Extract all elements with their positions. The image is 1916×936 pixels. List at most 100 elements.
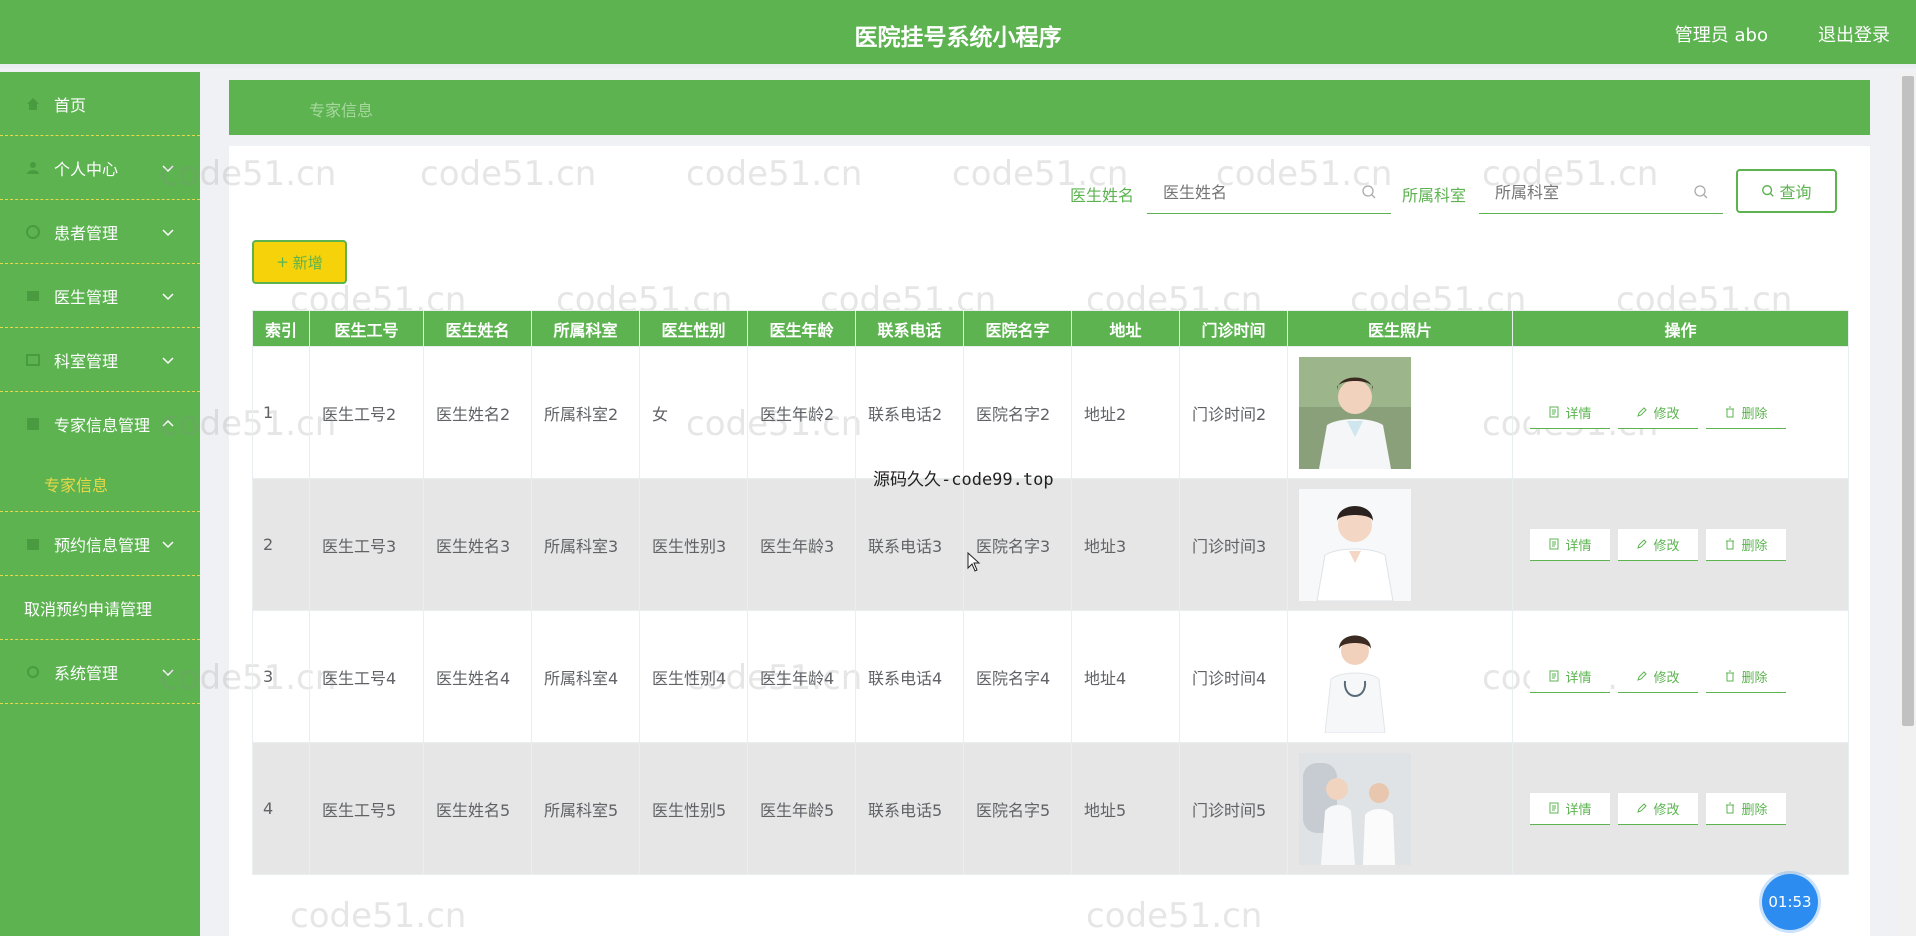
photo-cell	[1287, 346, 1513, 479]
table-row: 2 医生工号3 医生姓名3 所属科室3 医生性别3 医生年龄3 联系电话3 医院…	[252, 478, 1849, 611]
sidebar-item-appointment-management[interactable]: 预约信息管理	[0, 512, 200, 576]
expert-table: 索引 医生工号 医生姓名 所属科室 医生性别 医生年龄 联系电话 医院名字 地址…	[252, 310, 1849, 875]
expert-icon	[24, 417, 42, 431]
photo-cell	[1287, 742, 1513, 875]
detail-label: 详情	[1565, 406, 1592, 422]
page-scrollbar[interactable]	[1900, 72, 1916, 936]
table-cell: 2	[252, 478, 310, 611]
document-icon	[1549, 406, 1559, 418]
table-cell: 地址2	[1071, 346, 1180, 479]
column-header: 医生姓名	[423, 310, 532, 347]
table-cell: 所属科室3	[531, 478, 640, 611]
column-header: 地址	[1071, 310, 1180, 347]
table-cell: 地址3	[1071, 478, 1180, 611]
table-cell: 门诊时间5	[1179, 742, 1288, 875]
add-button[interactable]: + 新增	[252, 240, 347, 284]
detail-button[interactable]: 详情	[1530, 792, 1610, 825]
sidebar-item-doctor-management[interactable]: 医生管理	[0, 264, 200, 328]
system-icon	[24, 665, 42, 679]
delete-button[interactable]: 删除	[1706, 528, 1786, 561]
delete-button[interactable]: 删除	[1706, 396, 1786, 429]
sidebar-item-cancel-appointment[interactable]: 取消预约申请管理	[0, 576, 200, 640]
appointment-icon	[24, 537, 42, 551]
doctor-name-input[interactable]	[1147, 172, 1357, 212]
table-cell: 医生工号4	[309, 610, 424, 743]
table-cell: 1	[252, 346, 310, 479]
photo-cell	[1287, 478, 1513, 611]
doctor-photo[interactable]	[1299, 356, 1411, 469]
table-cell: 医生工号5	[309, 742, 424, 875]
delete-label: 删除	[1741, 802, 1768, 818]
table-cell: 医院名字5	[963, 742, 1072, 875]
sidebar-item-patient-management[interactable]: 患者管理	[0, 200, 200, 264]
actions-cell: 详情 修改 删除	[1512, 610, 1849, 743]
table-cell: 医院名字2	[963, 346, 1072, 479]
table-cell: 医院名字4	[963, 610, 1072, 743]
timer-badge[interactable]: 01:53	[1762, 874, 1818, 930]
logout-link[interactable]: 退出登录	[1818, 21, 1890, 47]
sidebar: 首页 个人中心 患者管理 医生管理 科室管理 专家信息管理 专家信息 预约信息管…	[0, 72, 200, 936]
sidebar-item-expert-management[interactable]: 专家信息管理	[0, 392, 200, 456]
doctor-photo[interactable]	[1299, 488, 1411, 601]
table-cell: 医生姓名3	[423, 478, 532, 611]
sidebar-item-label: 预约信息管理	[54, 535, 151, 555]
detail-button[interactable]: 详情	[1530, 528, 1610, 561]
chevron-down-icon	[162, 293, 174, 301]
table-cell: 联系电话4	[855, 610, 964, 743]
sidebar-item-personal-center[interactable]: 个人中心	[0, 136, 200, 200]
breadcrumb: 专家信息	[229, 80, 1870, 135]
sidebar-item-system-management[interactable]: 系统管理	[0, 640, 200, 704]
edit-label: 修改	[1653, 670, 1680, 686]
doctor-name-label: 医生姓名	[1070, 186, 1135, 205]
table-cell: 医生性别3	[639, 478, 748, 611]
table-cell: 门诊时间4	[1179, 610, 1288, 743]
delete-button[interactable]: 删除	[1706, 792, 1786, 825]
query-button[interactable]: 查询	[1736, 169, 1837, 213]
detail-button[interactable]: 详情	[1530, 660, 1610, 693]
scrollbar-thumb[interactable]	[1902, 76, 1914, 726]
chevron-down-icon	[162, 229, 174, 237]
edit-button[interactable]: 修改	[1618, 792, 1698, 825]
sidebar-subitem-expert-info[interactable]: 专家信息	[0, 456, 200, 512]
column-header: 所属科室	[531, 310, 640, 347]
trash-icon	[1726, 670, 1735, 682]
edit-label: 修改	[1653, 538, 1680, 554]
app-title: 医院挂号系统小程序	[854, 25, 1062, 51]
edit-button[interactable]: 修改	[1618, 660, 1698, 693]
table-cell: 医生姓名5	[423, 742, 532, 875]
department-input[interactable]	[1479, 172, 1689, 212]
table-cell: 地址4	[1071, 610, 1180, 743]
doctor-photo[interactable]	[1299, 620, 1411, 733]
edit-icon	[1637, 407, 1648, 417]
sidebar-item-home[interactable]: 首页	[0, 72, 200, 136]
table-cell: 女	[639, 346, 748, 479]
detail-button[interactable]: 详情	[1530, 396, 1610, 429]
overlay-watermark-text: 源码久久-code99.top	[873, 470, 1054, 490]
document-icon	[1549, 538, 1559, 550]
mouse-cursor-icon	[967, 552, 981, 572]
department-icon	[24, 353, 42, 367]
sidebar-item-label: 科室管理	[54, 351, 119, 371]
edit-button[interactable]: 修改	[1618, 396, 1698, 429]
actions-cell: 详情 修改 删除	[1512, 478, 1849, 611]
column-header: 操作	[1512, 310, 1849, 347]
sidebar-item-label: 取消预约申请管理	[24, 599, 153, 619]
sidebar-item-department-management[interactable]: 科室管理	[0, 328, 200, 392]
patient-icon	[24, 224, 42, 239]
photo-cell	[1287, 610, 1513, 743]
edit-icon	[1637, 539, 1648, 549]
edit-button[interactable]: 修改	[1618, 528, 1698, 561]
search-icon	[1762, 185, 1775, 197]
top-header: 医院挂号系统小程序 管理员 abo 退出登录	[0, 0, 1916, 68]
sidebar-item-label: 患者管理	[54, 223, 119, 243]
table-cell: 医生姓名2	[423, 346, 532, 479]
chevron-down-icon	[162, 165, 174, 173]
table-cell: 所属科室2	[531, 346, 640, 479]
column-header: 医生工号	[309, 310, 424, 347]
doctor-photo[interactable]	[1299, 752, 1411, 865]
delete-button[interactable]: 删除	[1706, 660, 1786, 693]
current-user-label: 管理员 abo	[1674, 25, 1768, 46]
actions-cell: 详情 修改 删除	[1512, 346, 1849, 479]
user-icon	[24, 161, 42, 175]
doctor-name-search	[1147, 172, 1391, 214]
